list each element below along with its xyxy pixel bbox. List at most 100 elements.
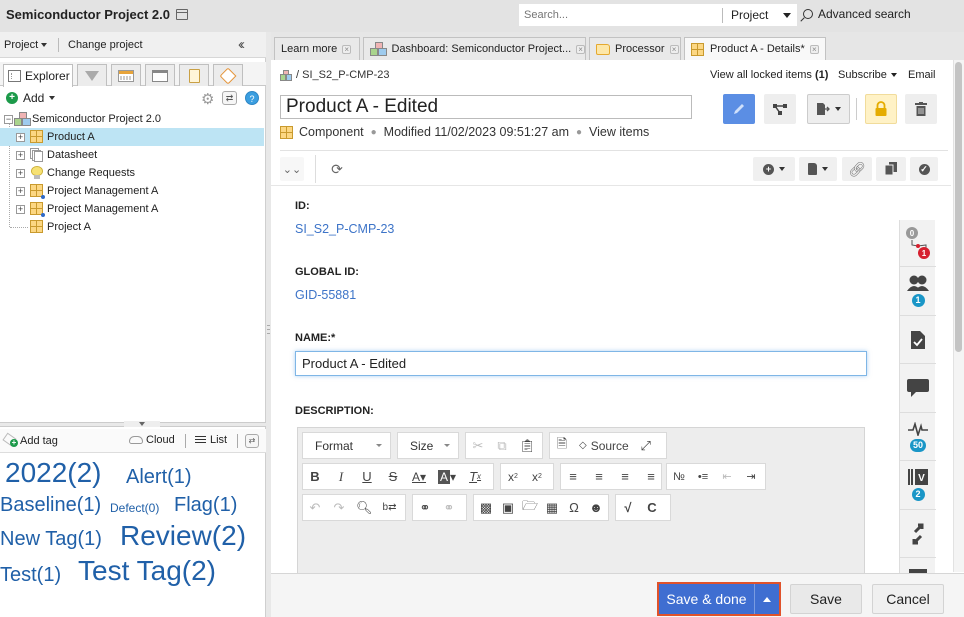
export-button[interactable]: [807, 94, 850, 124]
math-formula-icon[interactable]: √: [621, 500, 635, 516]
add-tag-button[interactable]: Add tag: [3, 434, 58, 447]
close-icon[interactable]: ×: [342, 44, 352, 54]
background-color-icon[interactable]: A ▾: [438, 469, 456, 485]
bold-icon[interactable]: B: [308, 469, 322, 485]
align-center-icon[interactable]: ≡: [592, 469, 606, 485]
tag-item[interactable]: Defect(0): [110, 501, 159, 515]
close-icon[interactable]: ×: [809, 44, 819, 54]
tab-processor[interactable]: Processor ×: [589, 37, 681, 60]
search-scope-select[interactable]: Project: [731, 8, 768, 22]
expand-toggle[interactable]: +: [16, 150, 25, 160]
delete-button[interactable]: [905, 94, 937, 124]
tag-item[interactable]: New Tag(1): [0, 528, 102, 551]
expand-toggle[interactable]: +: [16, 132, 25, 142]
tag-item[interactable]: 2022(2): [5, 457, 102, 489]
list-view-button[interactable]: List: [195, 434, 227, 446]
chevron-down-icon[interactable]: [783, 13, 791, 18]
link-button[interactable]: 🔗︎: [842, 157, 872, 181]
add-association-button[interactable]: +: [753, 157, 795, 181]
unlink-icon[interactable]: ⚭: [442, 500, 456, 516]
copy-icon[interactable]: ⧉: [495, 438, 509, 454]
change-project-link[interactable]: Change project: [68, 39, 143, 51]
paste-text-icon[interactable]: 📋︎: [519, 438, 536, 454]
tag-item[interactable]: Test(1): [0, 564, 61, 587]
strikethrough-icon[interactable]: S: [386, 469, 400, 485]
layout-toggle-icon[interactable]: [176, 9, 188, 20]
rail-activity[interactable]: 50: [900, 413, 936, 461]
edit-button[interactable]: [723, 94, 755, 124]
tab-explorer[interactable]: Explorer: [3, 64, 73, 87]
close-icon[interactable]: ×: [576, 44, 585, 54]
tree-item-change-requests[interactable]: + Change Requests: [0, 164, 264, 182]
tab-dashboard[interactable]: Dashboard: Semiconductor Project... ×: [363, 37, 586, 60]
expand-all-button[interactable]: ⌄⌄: [280, 157, 304, 181]
expand-toggle[interactable]: +: [16, 168, 25, 178]
tab-learn-more[interactable]: Learn more ×: [274, 37, 360, 60]
tree-item-project-management-a[interactable]: + Project Management A: [0, 182, 264, 200]
view-items-link[interactable]: View items: [589, 125, 649, 139]
rail-sync[interactable]: [900, 510, 936, 558]
refresh-button[interactable]: ⟳: [325, 157, 349, 181]
collapse-panel-icon[interactable]: ‹‹: [238, 36, 245, 53]
cancel-button[interactable]: Cancel: [872, 584, 944, 614]
tag-item[interactable]: Review(2): [120, 520, 246, 552]
tag-item[interactable]: Alert(1): [126, 466, 192, 489]
refresh-icon[interactable]: ⇄: [245, 434, 259, 448]
superscript-icon[interactable]: x2: [530, 469, 544, 485]
save-button[interactable]: Save: [790, 584, 862, 614]
rail-versions[interactable]: V 2: [900, 461, 936, 510]
gear-icon[interactable]: ⚙: [201, 90, 214, 108]
text-color-icon[interactable]: A▾: [412, 469, 426, 485]
save-done-split-button[interactable]: Save & done: [657, 582, 781, 616]
templates-icon[interactable]: 🗎︎: [555, 436, 569, 454]
expand-toggle[interactable]: +: [16, 186, 25, 196]
project-menu[interactable]: Project: [4, 39, 48, 51]
remove-format-icon[interactable]: Tx: [468, 469, 482, 485]
tree-item-project-a[interactable]: Project A: [0, 218, 264, 236]
refresh-icon[interactable]: ⇄: [222, 91, 237, 105]
project-icon[interactable]: [280, 69, 292, 81]
tab-tags[interactable]: [213, 64, 243, 86]
tab-clipboard[interactable]: [179, 64, 209, 86]
find-icon[interactable]: 🔍︎: [356, 500, 373, 516]
align-left-icon[interactable]: ≡: [566, 469, 580, 485]
search-input[interactable]: [519, 4, 719, 26]
folder-open-icon[interactable]: 🗁︎: [522, 498, 538, 516]
name-field[interactable]: [295, 351, 867, 376]
decrease-indent-icon[interactable]: ⇤: [720, 469, 734, 485]
insert-image-icon[interactable]: ▣: [501, 500, 515, 516]
tab-calendar[interactable]: [111, 64, 141, 86]
link-icon[interactable]: ⚭: [418, 500, 432, 516]
splitter-handle-icon[interactable]: [267, 325, 270, 337]
copy-button[interactable]: [876, 157, 906, 181]
approve-button[interactable]: ✓: [910, 157, 938, 181]
increase-indent-icon[interactable]: ⇥: [744, 469, 758, 485]
special-character-icon[interactable]: Ω: [567, 500, 581, 516]
subscribe-button[interactable]: Subscribe: [838, 69, 897, 81]
insert-diagram-icon[interactable]: ▩: [479, 500, 493, 516]
cut-icon[interactable]: ✂: [471, 438, 485, 454]
bulleted-list-icon[interactable]: •≡: [696, 469, 710, 485]
rail-users[interactable]: 1: [900, 267, 936, 316]
save-done-button[interactable]: Save & done: [659, 584, 755, 614]
italic-icon[interactable]: I: [334, 469, 348, 485]
chemistry-icon[interactable]: C: [645, 500, 659, 516]
rail-review[interactable]: [900, 316, 936, 364]
justify-icon[interactable]: ≡: [644, 469, 658, 485]
scrollbar-thumb[interactable]: [955, 62, 962, 352]
rail-comments[interactable]: [900, 364, 936, 413]
view-locked-items-link[interactable]: View all locked items (1): [710, 69, 828, 81]
save-options-dropdown[interactable]: [755, 584, 779, 614]
email-link[interactable]: Email: [908, 69, 936, 81]
replace-icon[interactable]: b⇄: [383, 500, 397, 516]
tag-item[interactable]: Test Tag(2): [78, 555, 216, 587]
underline-icon[interactable]: U: [360, 469, 374, 485]
splitter-handle-icon[interactable]: [124, 421, 160, 427]
expand-toggle[interactable]: +: [16, 204, 25, 214]
table-icon[interactable]: ▦: [545, 500, 559, 516]
close-icon[interactable]: ×: [669, 44, 679, 54]
rail-more[interactable]: [900, 558, 936, 573]
help-icon[interactable]: ?: [245, 91, 259, 105]
undo-icon[interactable]: ↶: [308, 500, 322, 516]
advanced-search-link[interactable]: Advanced search: [803, 7, 911, 21]
